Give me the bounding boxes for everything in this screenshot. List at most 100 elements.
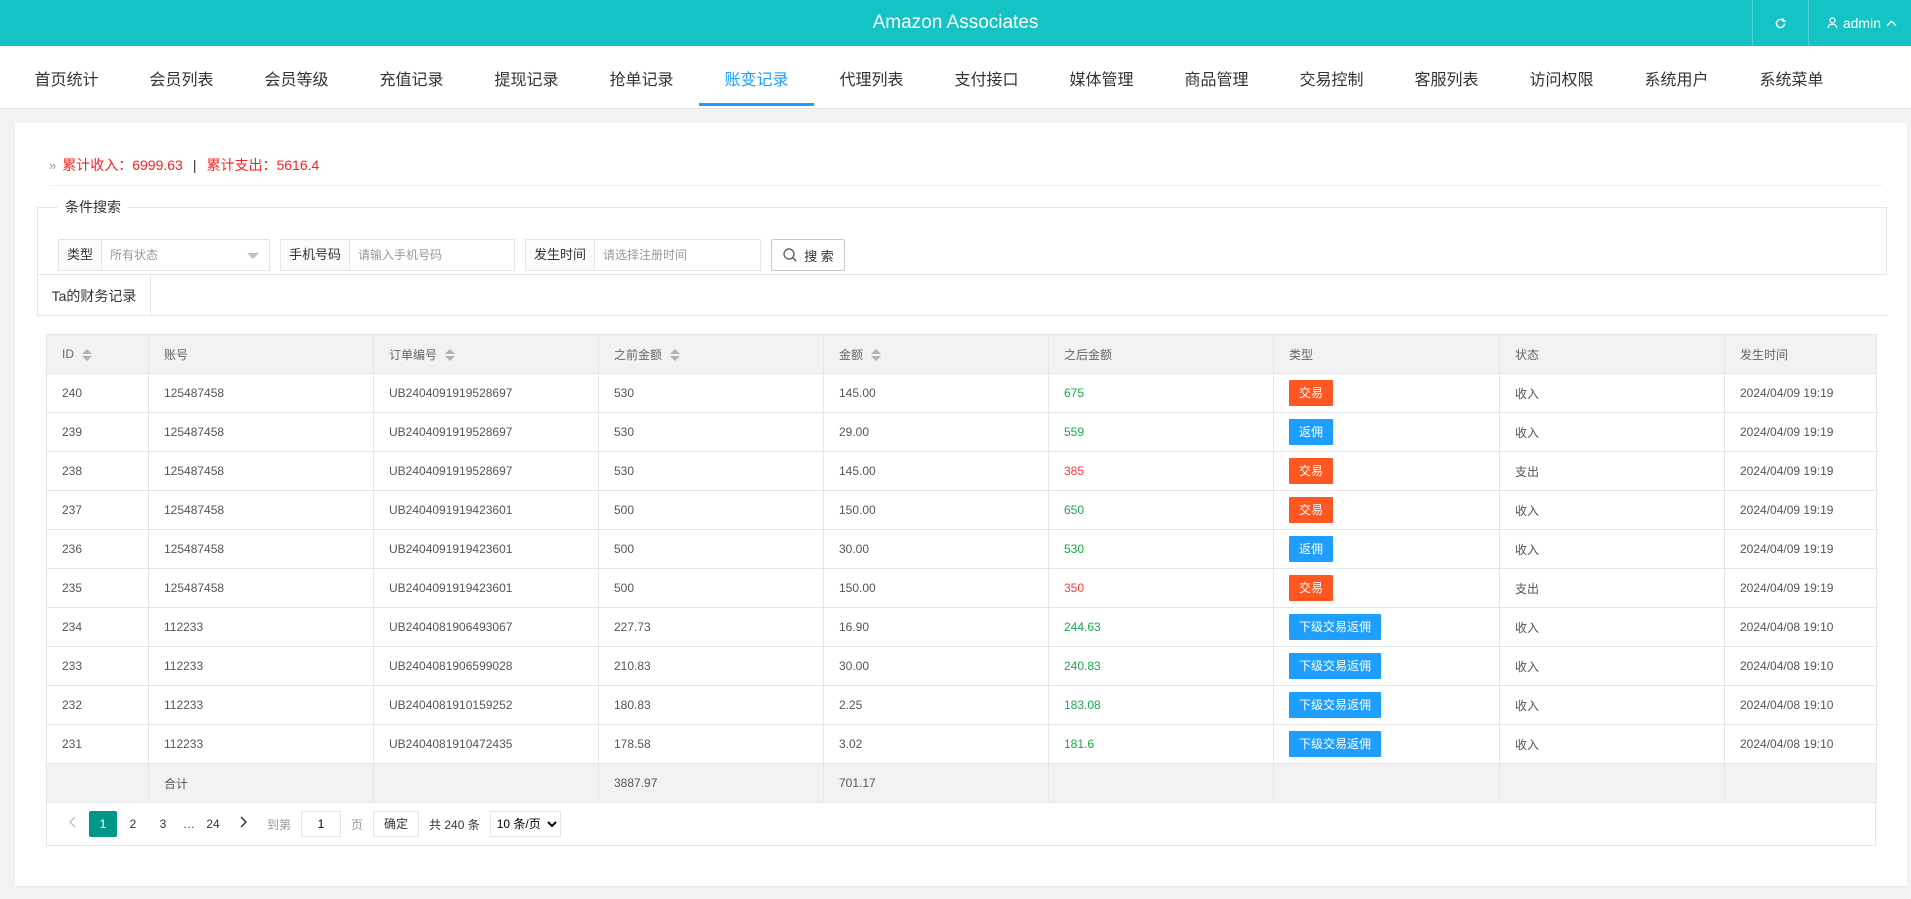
cell-text: 500	[614, 542, 635, 556]
cell-text: 收入	[1515, 425, 1540, 440]
cell-text: UB2404091919423601	[389, 581, 513, 595]
nav-tab[interactable]: 会员等级	[239, 46, 354, 109]
cell-text: 收入	[1515, 503, 1540, 518]
nav-tab[interactable]: 访问权限	[1504, 46, 1619, 109]
cell-id: 234	[46, 607, 149, 647]
nav-tab[interactable]: 系统菜单	[1734, 46, 1849, 109]
nav-tab[interactable]: 商品管理	[1159, 46, 1274, 109]
page-button[interactable]: 1	[89, 811, 117, 837]
total-cell	[46, 763, 149, 803]
nav-tab[interactable]: 交易控制	[1274, 46, 1389, 109]
cell-after: 650	[1048, 490, 1274, 530]
after-amount: 183.08	[1064, 698, 1101, 712]
column-header[interactable]: ID	[46, 334, 149, 374]
type-select[interactable]: 所有状态	[102, 240, 269, 270]
tab-finance-records[interactable]: Ta的财务记录	[37, 274, 151, 316]
user-menu[interactable]: admin	[1807, 0, 1911, 46]
sort-icon[interactable]	[871, 349, 882, 362]
chevron-up-icon	[1886, 20, 1897, 27]
cell-amount: 145.00	[823, 373, 1049, 413]
cell-status: 收入	[1499, 412, 1725, 452]
time-input[interactable]: 请选择注册时间	[595, 240, 695, 270]
table-row: 237 125487458 UB2404091919423601 500 150.00 6…	[46, 490, 1877, 530]
page-button[interactable]: 3	[149, 811, 177, 837]
cell-text: 239	[62, 425, 83, 439]
cell-before: 180.83	[598, 685, 824, 725]
table-row: 231 112233 UB2404081910472435 178.58 3.02 181…	[46, 724, 1877, 764]
nav-tab[interactable]: 媒体管理	[1044, 46, 1159, 109]
cell-account: 112233	[148, 724, 374, 764]
cell-text: 112233	[164, 737, 204, 751]
summary-separator: |	[192, 157, 197, 173]
dropdown-arrow-icon	[247, 253, 259, 259]
user-name: admin	[1842, 15, 1881, 31]
nav-tab[interactable]: 充值记录	[354, 46, 469, 109]
next-page-button[interactable]	[229, 811, 257, 837]
nav-tab[interactable]: 账变记录	[699, 46, 814, 109]
search-button[interactable]: 搜 索	[771, 239, 845, 271]
cell-text: 112233	[164, 620, 204, 634]
cell-text: 支出	[1515, 581, 1540, 596]
page-button[interactable]: 24	[199, 811, 227, 837]
cell-time: 2024/04/09 19:19	[1724, 412, 1877, 452]
after-amount: 385	[1064, 464, 1085, 478]
cell-text: 2024/04/08 19:10	[1740, 737, 1834, 751]
cell-amount: 30.00	[823, 529, 1049, 569]
cell-id: 232	[46, 685, 149, 725]
column-header[interactable]: 订单编号	[373, 334, 599, 374]
after-amount: 244.63	[1064, 620, 1101, 634]
column-header-label: 之前金额	[614, 347, 663, 362]
table-row: 233 112233 UB2404081906599028 210.83 30.00 24…	[46, 646, 1877, 686]
after-amount: 559	[1064, 425, 1085, 439]
cell-text: 178.58	[614, 737, 651, 751]
page-size-select[interactable]: 10 条/页	[489, 811, 561, 837]
cell-text: 2024/04/08 19:10	[1740, 620, 1834, 634]
cell-id: 238	[46, 451, 149, 491]
double-chevron-icon: »	[49, 157, 57, 173]
nav-tab[interactable]: 提现记录	[469, 46, 584, 109]
nav-tab[interactable]: 系统用户	[1619, 46, 1734, 109]
sort-icon[interactable]	[445, 349, 456, 362]
column-header[interactable]: 之前金额	[598, 334, 824, 374]
total-value: 3887.97	[614, 776, 658, 790]
page-button[interactable]: 2	[119, 811, 147, 837]
cell-type: 下级交易返佣	[1273, 724, 1500, 764]
nav-tab[interactable]: 抢单记录	[584, 46, 699, 109]
confirm-button[interactable]: 确定	[373, 811, 420, 837]
goto-page-input[interactable]	[301, 811, 342, 837]
cell-id: 235	[46, 568, 149, 608]
total-value: 701.17	[839, 776, 876, 790]
refresh-button[interactable]	[1751, 0, 1808, 46]
cell-text: 112233	[164, 698, 204, 712]
nav-tab[interactable]: 支付接口	[929, 46, 1044, 109]
sort-icon[interactable]	[670, 349, 681, 362]
cell-account: 112233	[148, 607, 374, 647]
cell-text: 237	[62, 503, 83, 517]
cell-account: 112233	[148, 685, 374, 725]
phone-input[interactable]: 请输入手机号码	[350, 240, 450, 270]
cell-account: 112233	[148, 646, 374, 686]
cell-amount: 150.00	[823, 568, 1049, 608]
cell-time: 2024/04/09 19:19	[1724, 490, 1877, 530]
sort-icon[interactable]	[82, 348, 92, 361]
cell-status: 支出	[1499, 451, 1725, 491]
column-header-label: 类型	[1289, 347, 1314, 362]
phone-filter: 手机号码 请输入手机号码	[280, 239, 515, 271]
cell-before: 500	[598, 529, 824, 569]
nav-tab[interactable]: 会员列表	[124, 46, 239, 109]
nav-tab[interactable]: 首页统计	[9, 46, 124, 109]
prev-page-button[interactable]	[59, 811, 87, 837]
app-title: Amazon Associates	[872, 12, 1039, 33]
nav-tab[interactable]: 代理列表	[814, 46, 929, 109]
goto-label: 到第	[267, 817, 292, 832]
total-value: 合计	[164, 776, 189, 791]
cell-time: 2024/04/09 19:19	[1724, 568, 1877, 608]
type-badge: 交易	[1289, 497, 1334, 523]
refresh-icon	[1775, 17, 1786, 28]
cell-id: 231	[46, 724, 149, 764]
cell-text: 210.83	[614, 659, 651, 673]
cell-text: 238	[62, 464, 83, 478]
cell-text: 30.00	[839, 659, 870, 673]
column-header[interactable]: 金额	[823, 334, 1049, 374]
nav-tab[interactable]: 客服列表	[1389, 46, 1504, 109]
